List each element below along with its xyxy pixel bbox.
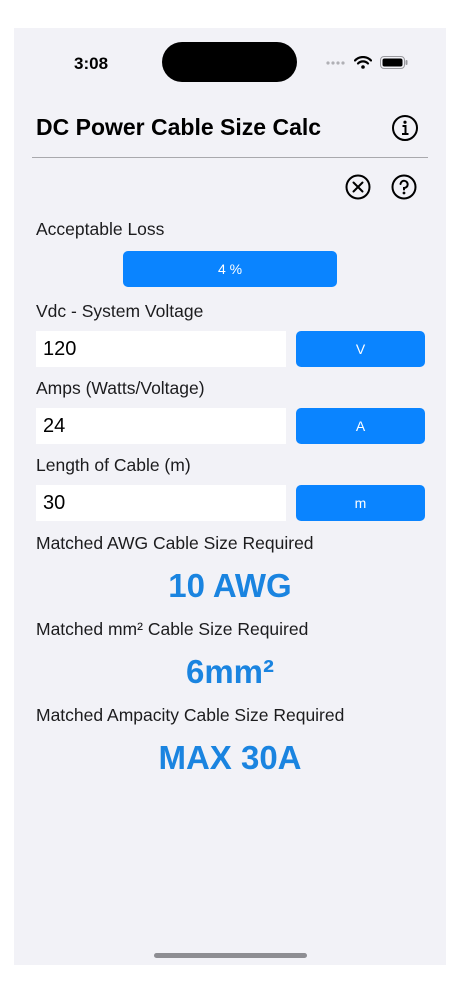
amps-label: Amps (Watts/Voltage) [36,378,205,398]
signal-icon [326,60,345,65]
voltage-unit-button[interactable]: V [296,331,425,367]
acceptable-loss-button[interactable]: 4 % [123,251,337,287]
question-circle-icon [391,174,417,200]
voltage-label: Vdc - System Voltage [36,301,204,321]
length-label: Length of Cable (m) [36,455,191,475]
help-button[interactable] [391,174,417,205]
status-time: 3:08 [74,54,109,73]
battery-icon [380,56,408,69]
awg-result-value: 10 AWG [168,567,292,604]
length-input[interactable]: 30 [36,485,286,521]
mm-result-label: Matched mm² Cable Size Required [36,619,309,639]
close-circle-icon [345,174,371,200]
info-button[interactable] [391,114,419,147]
info-icon [392,115,418,141]
header-divider [32,157,428,158]
length-unit-button[interactable]: m [296,485,425,521]
home-indicator[interactable] [154,953,307,958]
amps-input[interactable]: 24 [36,408,286,444]
app-screen: 3:08 DC Power Cable Size Calc Acceptable… [14,28,446,965]
clear-button[interactable] [345,174,371,205]
dynamic-island [162,42,297,82]
voltage-input[interactable]: 120 [36,331,286,367]
ampacity-result-value: MAX 30A [158,739,302,776]
ampacity-result-label: Matched Ampacity Cable Size Required [36,705,345,725]
page-title: DC Power Cable Size Calc [36,114,322,140]
status-icons [326,56,408,69]
mm-result-value: 6mm² [185,653,275,690]
amps-unit-button[interactable]: A [296,408,425,444]
awg-result-label: Matched AWG Cable Size Required [36,533,314,553]
acceptable-loss-label: Acceptable Loss [36,219,165,239]
status-bar: 3:08 [14,28,446,98]
wifi-icon [354,56,372,69]
